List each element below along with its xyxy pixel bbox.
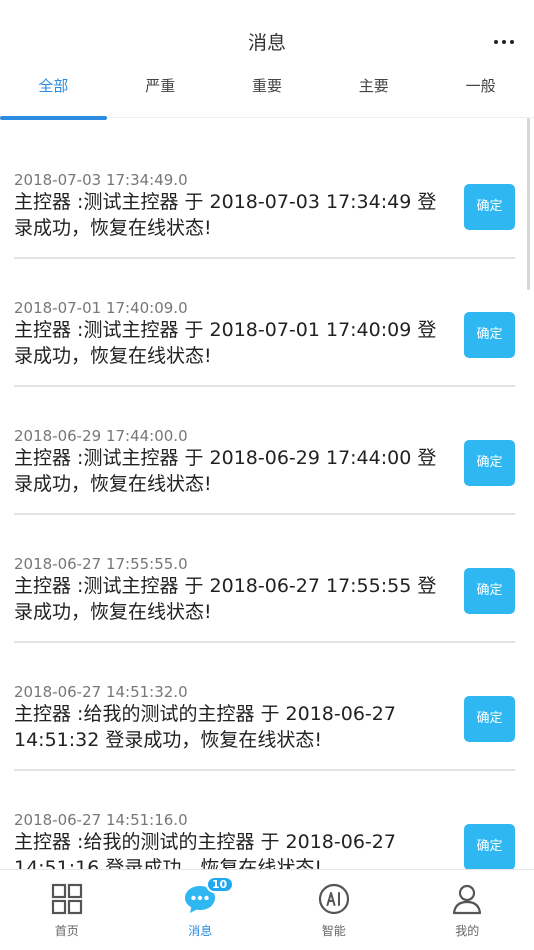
message-text: 主控器 :给我的测试的主控器 于 2018-06-27 14:51:16 登录成… (14, 831, 396, 870)
confirm-button[interactable]: 确定 (464, 440, 515, 486)
nav-home[interactable]: 首页 (0, 870, 134, 950)
tab-bar: 全部 严重 重要 主要 一般 (0, 72, 534, 120)
list-item: 2018-07-03 17:34:49.0 主控器 :测试主控器 于 2018-… (14, 131, 515, 259)
page-title: 消息 (247, 32, 286, 54)
list-item: 2018-06-27 14:51:16.0 主控器 :给我的测试的主控器 于 2… (14, 771, 515, 870)
message-list[interactable]: 2018-07-03 17:34:49.0 主控器 :测试主控器 于 2018-… (0, 118, 534, 870)
message-text: 主控器 :测试主控器 于 2018-07-01 17:40:09 登录成功，恢复… (14, 319, 437, 367)
nav-smart[interactable]: 智能 (267, 870, 401, 950)
message-time: 2018-07-03 17:34:49.0 (14, 171, 188, 189)
grid-icon (51, 883, 82, 915)
list-item: 2018-06-27 14:51:32.0 主控器 :给我的测试的主控器 于 2… (14, 643, 515, 771)
nav-profile[interactable]: 我的 (401, 870, 534, 950)
bottom-navigation: 首页 10 消息 智能 我的 (0, 869, 534, 950)
more-icon[interactable] (494, 38, 514, 46)
message-time: 2018-07-01 17:40:09.0 (14, 299, 188, 317)
nav-label: 智能 (321, 924, 346, 938)
message-time: 2018-06-29 17:44:00.0 (14, 427, 188, 445)
message-time: 2018-06-27 14:51:16.0 (14, 811, 188, 829)
message-page: 消息 全部 严重 重要 主要 一般 2018-07-03 17:34:49.0 … (0, 0, 534, 950)
scrollbar[interactable] (527, 118, 530, 290)
message-time: 2018-06-27 14:51:32.0 (14, 683, 188, 701)
confirm-button[interactable]: 确定 (464, 184, 515, 230)
list-item: 2018-07-01 17:40:09.0 主控器 :测试主控器 于 2018-… (14, 259, 515, 387)
tab-major[interactable]: 主要 (320, 72, 427, 117)
confirm-button[interactable]: 确定 (464, 824, 515, 870)
list-item: 2018-06-27 17:55:55.0 主控器 :测试主控器 于 2018-… (14, 515, 515, 643)
confirm-button[interactable]: 确定 (464, 696, 515, 742)
nav-label: 我的 (455, 924, 480, 938)
tab-all[interactable]: 全部 (0, 72, 107, 120)
user-icon (453, 884, 482, 915)
nav-messages[interactable]: 10 消息 (134, 870, 268, 950)
tab-critical[interactable]: 严重 (107, 72, 214, 117)
header: 消息 全部 严重 重要 主要 一般 (0, 0, 534, 120)
tab-normal[interactable]: 一般 (427, 72, 534, 117)
message-text: 主控器 :给我的测试的主控器 于 2018-06-27 14:51:32 登录成… (14, 703, 396, 751)
unread-badge: 10 (205, 876, 234, 893)
message-text: 主控器 :测试主控器 于 2018-06-29 17:44:00 登录成功，恢复… (14, 447, 437, 495)
tab-important[interactable]: 重要 (214, 72, 321, 117)
nav-label: 首页 (54, 924, 79, 938)
nav-label: 消息 (188, 924, 213, 938)
message-text: 主控器 :测试主控器 于 2018-07-03 17:34:49 登录成功，恢复… (14, 191, 437, 239)
message-text: 主控器 :测试主控器 于 2018-06-27 17:55:55 登录成功，恢复… (14, 575, 437, 623)
confirm-button[interactable]: 确定 (464, 568, 515, 614)
ai-icon (318, 883, 349, 915)
list-item: 2018-06-29 17:44:00.0 主控器 :测试主控器 于 2018-… (14, 387, 515, 515)
confirm-button[interactable]: 确定 (464, 312, 515, 358)
message-time: 2018-06-27 17:55:55.0 (14, 555, 188, 573)
